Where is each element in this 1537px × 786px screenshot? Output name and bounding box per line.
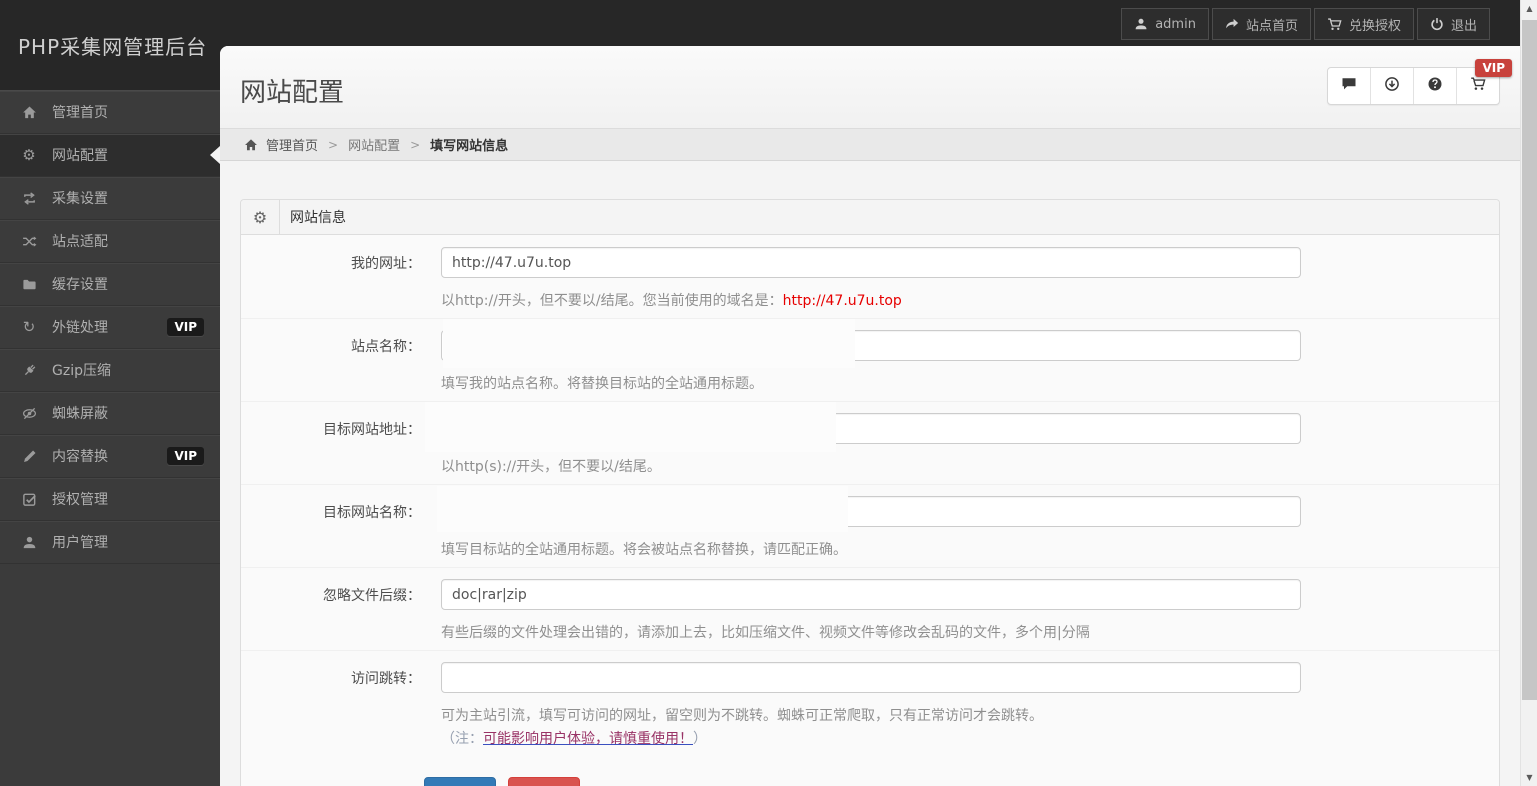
breadcrumb-separator: > (410, 137, 421, 152)
shuffle-icon (18, 234, 40, 249)
topbar: admin 站点首页 兑换授权 退出 (220, 0, 1520, 46)
refresh-icon: ↻ (22, 317, 36, 336)
breadcrumb-current: 填写网站信息 (430, 139, 509, 154)
download-circle-icon (1384, 76, 1400, 96)
sidebar-item-gzip[interactable]: Gzip压缩 (0, 349, 220, 392)
pencil-icon (18, 449, 40, 464)
power-icon (1430, 17, 1444, 31)
form-actions: ✔ 保存 ↻ 重置 (424, 777, 1499, 786)
brand-area: PHP采集网管理后台 (0, 0, 220, 92)
panel-header: ⚙ 网站信息 (241, 200, 1499, 235)
user-icon (18, 535, 40, 550)
download-button[interactable] (1370, 68, 1413, 104)
target-name-label: 目标网站名称： (323, 504, 421, 521)
topnav-logout[interactable]: 退出 (1416, 8, 1490, 40)
comment-icon (1341, 76, 1357, 96)
sidebar-item-spider-block[interactable]: 蜘蛛屏蔽 (0, 392, 220, 435)
home-icon (244, 138, 258, 152)
my-url-help: 以http://开头，但不要以/结尾。您当前使用的域名是：http://47.u… (441, 293, 902, 309)
plug-icon (18, 363, 40, 378)
header-toolbar (1327, 67, 1500, 105)
scroll-down-arrow[interactable]: ▼ (1521, 769, 1537, 786)
sidebar-item-content-replace[interactable]: 内容替换 VIP (0, 435, 220, 478)
form-row-target-url: 目标网站地址： 以http(s)://开头，但不要以/结尾。 (241, 401, 1499, 484)
cart-icon (1327, 17, 1342, 32)
app-window: PHP采集网管理后台 admin 站点首页 兑换授权 退出 管理首页 ⚙ 网站配… (0, 0, 1537, 786)
sidebar-item-user-manage[interactable]: 用户管理 (0, 521, 220, 564)
form-row-target-name: 目标网站名称： 填写目标站的全站通用标题。将会被站点名称替换，请匹配正确。 (241, 484, 1499, 567)
visit-redirect-help: 可为主站引流，填写可访问的网址，留空则为不跳转。蜘蛛可正常爬取，只有正常访问才会… (441, 708, 1043, 724)
site-name-help: 填写我的站点名称。将替换目标站的全站通用标题。 (441, 376, 763, 392)
my-url-label: 我的网址： (351, 255, 421, 272)
user-icon (1134, 17, 1148, 31)
page-header: 网站配置 VIP (220, 46, 1520, 128)
topnav-exchange-auth[interactable]: 兑换授权 (1313, 8, 1414, 40)
sidebar-item-site-adapt[interactable]: 站点适配 (0, 220, 220, 263)
folder-icon (18, 277, 40, 292)
sidebar-item-collect-settings[interactable]: 采集设置 (0, 177, 220, 220)
save-button[interactable]: ✔ 保存 (424, 777, 496, 786)
cart-icon (1470, 76, 1486, 96)
ignore-ext-label: 忽略文件后缀： (323, 587, 421, 604)
vip-badge-top: VIP (1475, 59, 1512, 77)
target-name-help: 填写目标站的全站通用标题。将会被站点名称替换，请匹配正确。 (441, 542, 847, 558)
help-button[interactable] (1413, 68, 1456, 104)
eye-slash-icon (18, 406, 40, 421)
form-row-my-url: 我的网址： 以http://开头，但不要以/结尾。您当前使用的域名是：http:… (241, 235, 1499, 318)
visit-redirect-input[interactable] (441, 662, 1301, 693)
redaction-overlay (437, 486, 848, 532)
main-area: ⚙ 网站信息 我的网址： 以http://开头，但不要以/结尾。您当前使用的域名… (220, 161, 1520, 786)
form-row-visit-redirect: 访问跳转： 可为主站引流，填写可访问的网址，留空则为不跳转。蜘蛛可正常爬取，只有… (241, 650, 1499, 756)
sidebar-item-external-links[interactable]: ↻ 外链处理 VIP (0, 306, 220, 349)
current-domain-text: http://47.u7u.top (782, 293, 902, 309)
ignore-ext-help: 有些后缀的文件处理会出错的，请添加上去，比如压缩文件、视频文件等修改会乱码的文件… (441, 625, 1090, 641)
warning-link[interactable]: 可能影响用户体验，请慎重使用！ (483, 731, 693, 747)
content-area: 网站配置 VIP 管理首页 > 网站配置 > 填写网站信息 ⚙ 网站信息 我的网… (220, 46, 1520, 786)
reset-button[interactable]: ↻ 重置 (507, 777, 580, 786)
visit-redirect-note: （注：可能影响用户体验，请慎重使用！） (441, 731, 707, 747)
form-row-ignore-ext: 忽略文件后缀： 有些后缀的文件处理会出错的，请添加上去，比如压缩文件、视频文件等… (241, 567, 1499, 650)
gear-icon: ⚙ (241, 200, 280, 234)
question-circle-icon (1427, 76, 1443, 96)
breadcrumb-section[interactable]: 网站配置 (348, 135, 400, 154)
redaction-overlay (425, 402, 836, 452)
target-url-label: 目标网站地址： (323, 421, 421, 438)
gear-icon: ⚙ (22, 145, 36, 164)
scrollbar-thumb[interactable] (1522, 20, 1537, 700)
panel-title: 网站信息 (290, 210, 346, 226)
vip-badge: VIP (167, 447, 204, 465)
form-row-site-name: 站点名称： 填写我的站点名称。将替换目标站的全站通用标题。 (241, 318, 1499, 401)
repeat-icon (18, 191, 40, 206)
page-title: 网站配置 (240, 78, 345, 108)
share-arrow-icon (1225, 17, 1239, 31)
site-name-label: 站点名称： (351, 338, 421, 355)
app-logo: PHP采集网管理后台 (18, 34, 208, 59)
topnav: admin 站点首页 兑换授权 退出 (1121, 8, 1490, 40)
comment-button[interactable] (1328, 68, 1370, 104)
visit-redirect-label: 访问跳转： (351, 670, 421, 687)
sidebar: 管理首页 ⚙ 网站配置 采集设置 站点适配 缓存设置 ↻ 外链处理 VIP Gz… (0, 90, 220, 786)
redaction-overlay (443, 319, 855, 368)
site-info-panel: ⚙ 网站信息 我的网址： 以http://开头，但不要以/结尾。您当前使用的域名… (240, 199, 1500, 786)
scroll-up-arrow[interactable]: ▲ (1521, 0, 1537, 17)
target-url-help: 以http(s)://开头，但不要以/结尾。 (441, 459, 661, 475)
my-url-input[interactable] (441, 247, 1301, 278)
ignore-ext-input[interactable] (441, 579, 1301, 610)
breadcrumb-separator: > (328, 137, 339, 152)
breadcrumb: 管理首页 > 网站配置 > 填写网站信息 (220, 128, 1520, 161)
topnav-admin[interactable]: admin (1121, 8, 1209, 40)
home-icon (18, 105, 40, 120)
sidebar-item-cache-settings[interactable]: 缓存设置 (0, 263, 220, 306)
check-square-icon (18, 492, 40, 507)
topnav-site-home[interactable]: 站点首页 (1211, 8, 1311, 40)
breadcrumb-home[interactable]: 管理首页 (244, 135, 318, 154)
sidebar-item-auth-manage[interactable]: 授权管理 (0, 478, 220, 521)
vip-badge: VIP (167, 318, 204, 336)
sidebar-item-site-config[interactable]: ⚙ 网站配置 (0, 134, 220, 177)
vertical-scrollbar: ▲ ▼ (1520, 0, 1537, 786)
sidebar-item-admin-home[interactable]: 管理首页 (0, 91, 220, 134)
